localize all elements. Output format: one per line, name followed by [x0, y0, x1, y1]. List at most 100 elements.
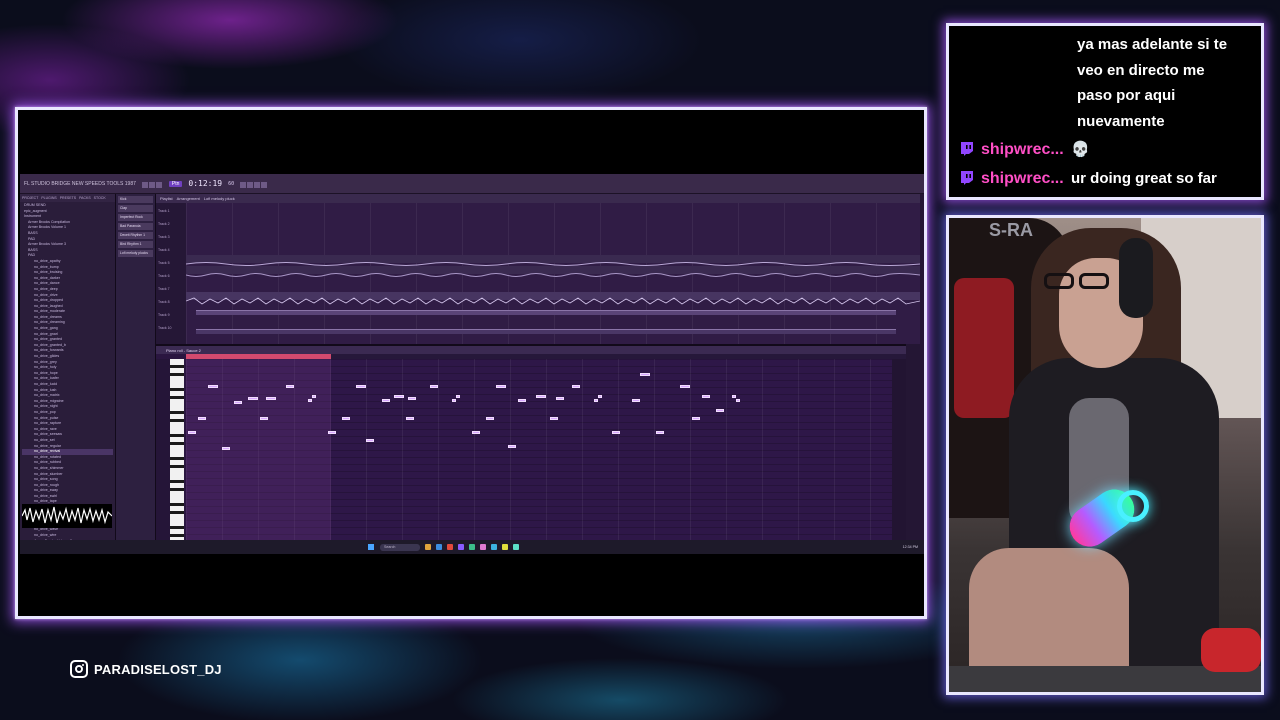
channel-item[interactable]: Lofi melody plucks [118, 250, 153, 257]
app-icon[interactable] [425, 544, 431, 550]
midi-note[interactable] [716, 409, 724, 412]
midi-note[interactable] [406, 417, 414, 420]
browser-tab[interactable]: PACKS [79, 196, 91, 200]
channel-item[interactable]: Bad Paranoia [118, 223, 153, 230]
midi-note[interactable] [612, 431, 620, 434]
piano-roll-scrollbar[interactable] [892, 359, 906, 542]
toolbar-icons[interactable] [141, 175, 163, 193]
track-label[interactable]: Track 1 [158, 209, 170, 213]
chat-message-text: nuevamente [1077, 112, 1165, 130]
midi-note[interactable] [312, 395, 316, 398]
daw-title: FL STUDIO BRIDGE NEW SPEEDS TOOLS 1987 [24, 180, 136, 187]
midi-note[interactable] [550, 417, 558, 420]
playlist-arrangement[interactable]: Arrangement [177, 196, 200, 201]
midi-note[interactable] [308, 399, 312, 402]
app-icon[interactable] [469, 544, 475, 550]
midi-note[interactable] [260, 417, 268, 420]
track-label[interactable]: Track 2 [158, 222, 170, 226]
audio-clip[interactable] [185, 266, 921, 277]
midi-note[interactable] [286, 385, 294, 388]
midi-note[interactable] [342, 417, 350, 420]
midi-note[interactable] [736, 399, 740, 402]
playlist-header: Playlist Arrangement Lofi melody pluck [156, 194, 920, 203]
midi-note[interactable] [222, 447, 230, 450]
midi-note[interactable] [356, 385, 366, 388]
track-label[interactable]: Track 9 [158, 313, 170, 317]
midi-note[interactable] [208, 385, 218, 388]
midi-note[interactable] [328, 431, 336, 434]
taskbar-search[interactable]: Search [380, 543, 420, 551]
midi-note[interactable] [702, 395, 710, 398]
pattern-clip[interactable] [196, 310, 896, 315]
piano-keyboard[interactable] [170, 359, 184, 542]
browser-tab[interactable]: STOCK [94, 196, 106, 200]
browser-tab[interactable]: PLUGINS [41, 196, 56, 200]
track-label[interactable]: Track 6 [158, 274, 170, 278]
playlist-grid[interactable] [185, 203, 921, 344]
midi-note[interactable] [732, 395, 736, 398]
midi-note[interactable] [496, 385, 506, 388]
browser-tab[interactable]: PROJECT [22, 196, 38, 200]
audio-clip[interactable] [185, 255, 921, 266]
tempo-display[interactable]: 60 [228, 181, 234, 187]
app-icon[interactable] [502, 544, 508, 550]
midi-note[interactable] [248, 397, 258, 400]
app-icon[interactable] [491, 544, 497, 550]
track-label[interactable]: Track 8 [158, 300, 170, 304]
midi-note[interactable] [234, 401, 242, 404]
midi-note[interactable] [508, 445, 516, 448]
pattern-button[interactable]: Ptn [168, 180, 183, 187]
midi-note[interactable] [594, 399, 598, 402]
midi-note[interactable] [188, 431, 196, 434]
instagram-icon [70, 660, 88, 678]
app-icon[interactable] [480, 544, 486, 550]
chair-brand-logo: S-RA [989, 220, 1033, 240]
playlist-pattern[interactable]: Lofi melody pluck [204, 196, 235, 201]
app-icon[interactable] [513, 544, 519, 550]
app-icon[interactable] [458, 544, 464, 550]
midi-note[interactable] [452, 399, 456, 402]
audio-clip[interactable] [185, 292, 921, 305]
midi-note[interactable] [430, 385, 438, 388]
midi-note[interactable] [572, 385, 580, 388]
browser-tabs: PROJECT PLUGINS PRESETS PACKS STOCK [20, 194, 115, 202]
midi-note[interactable] [692, 417, 700, 420]
midi-note[interactable] [266, 397, 276, 400]
track-label[interactable]: Track 7 [158, 287, 170, 291]
midi-note[interactable] [536, 395, 546, 398]
channel-item[interactable]: Bird Rhythm 1 [118, 241, 153, 248]
midi-note[interactable] [472, 431, 480, 434]
midi-note[interactable] [640, 373, 650, 376]
midi-note[interactable] [598, 395, 602, 398]
channel-item[interactable]: Clap [118, 205, 153, 212]
track-label[interactable]: Track 4 [158, 248, 170, 252]
midi-note[interactable] [198, 417, 206, 420]
channel-item[interactable]: Imperfect Rock [118, 214, 153, 221]
midi-note[interactable] [366, 439, 374, 442]
midi-note[interactable] [632, 399, 640, 402]
track-label[interactable]: Track 5 [158, 261, 170, 265]
track-label[interactable]: Track 3 [158, 235, 170, 239]
app-icon[interactable] [447, 544, 453, 550]
channel-item[interactable]: Deceit Rhythm 1 [118, 232, 153, 239]
chat-username[interactable]: shipwrec... [981, 166, 1071, 192]
playlist-tab[interactable]: Playlist [160, 196, 173, 201]
midi-note[interactable] [486, 417, 494, 420]
chat-username[interactable]: shipwrec... [981, 137, 1071, 163]
midi-note[interactable] [656, 431, 664, 434]
midi-note[interactable] [518, 399, 526, 402]
midi-note[interactable] [394, 395, 404, 398]
track-label[interactable]: Track 10 [158, 326, 172, 330]
piano-roll-grid[interactable] [186, 359, 892, 542]
pattern-clip[interactable] [196, 329, 896, 334]
midi-note[interactable] [456, 395, 460, 398]
midi-note[interactable] [382, 399, 390, 402]
browser-tab[interactable]: PRESETS [60, 196, 76, 200]
midi-note[interactable] [556, 397, 564, 400]
midi-note[interactable] [680, 385, 690, 388]
transport-icons[interactable] [240, 175, 268, 193]
channel-item[interactable]: Kick [118, 196, 153, 203]
app-icon[interactable] [436, 544, 442, 550]
start-icon[interactable] [368, 544, 374, 550]
midi-note[interactable] [408, 397, 416, 400]
